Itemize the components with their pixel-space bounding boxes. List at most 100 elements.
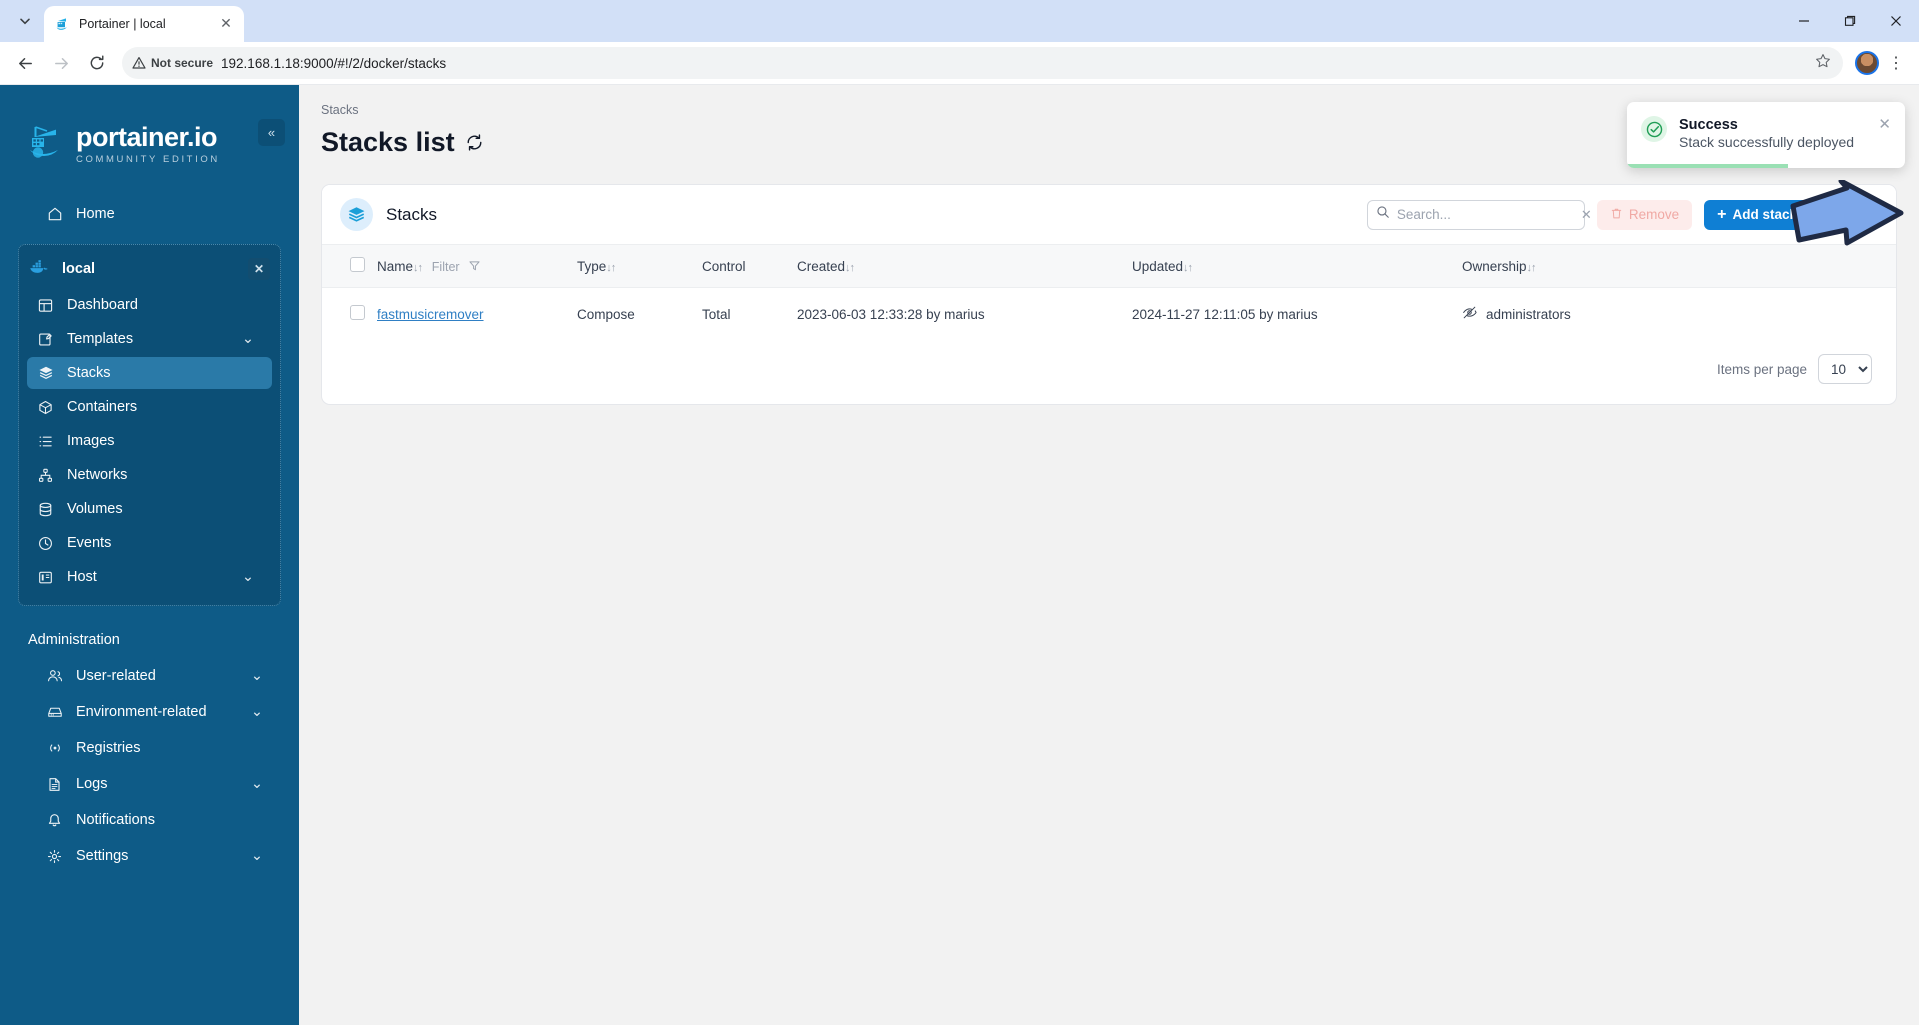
networks-icon (37, 467, 54, 484)
column-header-ownership[interactable]: Ownership↓↑ (1462, 245, 1896, 288)
sort-icon[interactable]: ↓↑ (1183, 262, 1193, 274)
sidebar-item-containers[interactable]: Containers (27, 391, 272, 423)
portainer-logo[interactable]: portainer.io COMMUNITY EDITION (0, 105, 299, 168)
sidebar-item-label: Stacks (67, 365, 111, 381)
window-minimize-button[interactable] (1781, 0, 1827, 42)
sidebar-item-settings[interactable]: Settings ⌄ (18, 840, 281, 872)
security-indicator[interactable]: Not secure (132, 56, 213, 70)
sidebar-item-environment-related[interactable]: Environment-related ⌄ (18, 696, 281, 728)
plus-icon: + (1717, 205, 1727, 223)
sidebar-item-stacks[interactable]: Stacks (27, 357, 272, 389)
sidebar-item-volumes[interactable]: Volumes (27, 493, 272, 525)
sidebar-item-home[interactable]: Home (18, 198, 281, 230)
column-header-type[interactable]: Type↓↑ (577, 245, 702, 288)
chevron-down-icon: ⌄ (250, 776, 263, 792)
address-bar[interactable]: Not secure 192.168.1.18:9000/#!/2/docker… (122, 47, 1843, 79)
tab-search-button[interactable] (10, 6, 40, 36)
select-all-checkbox[interactable] (350, 257, 365, 272)
toast-close-icon[interactable]: ✕ (1878, 115, 1891, 133)
sidebar-item-label: Dashboard (67, 297, 138, 313)
filter-icon[interactable] (469, 260, 480, 274)
sort-icon[interactable]: ↓↑ (1527, 262, 1537, 274)
sidebar-item-dashboard[interactable]: Dashboard (27, 289, 272, 321)
sort-icon[interactable]: ↓↑ (606, 262, 616, 274)
cell-type: Compose (577, 306, 635, 322)
bookmark-star-icon[interactable] (1815, 53, 1831, 74)
table-body: fastmusicremover Compose Total 2023-06-0… (322, 288, 1896, 341)
filter-label[interactable]: Filter (432, 260, 460, 274)
logo-subtitle: COMMUNITY EDITION (76, 154, 220, 165)
column-header-name[interactable]: Name↓↑ Filter (377, 245, 577, 288)
chevron-down-icon: ⌄ (250, 848, 263, 864)
sidebar-item-events[interactable]: Events (27, 527, 272, 559)
ownership-label: administrators (1486, 306, 1571, 322)
window-close-button[interactable] (1873, 0, 1919, 42)
sidebar-item-label: User-related (76, 668, 156, 684)
reload-button[interactable] (80, 46, 114, 80)
sidebar-item-logs[interactable]: Logs ⌄ (18, 768, 281, 800)
sidebar-item-notifications[interactable]: Notifications (18, 804, 281, 836)
sidebar-item-templates[interactable]: Templates ⌄ (27, 323, 272, 355)
search-input[interactable] (1396, 207, 1574, 222)
table-header: Name↓↑ Filter Type↓↑ Control Created↓↑ U… (322, 244, 1896, 288)
sidebar-item-host[interactable]: Host ⌄ (27, 561, 272, 593)
sidebar-item-user-related[interactable]: User-related ⌄ (18, 660, 281, 692)
browser-tab[interactable]: Portainer | local ✕ (44, 6, 244, 42)
environment-header[interactable]: local ✕ (19, 251, 280, 287)
sidebar-item-images[interactable]: Images (27, 425, 272, 457)
sort-icon[interactable]: ↓↑ (413, 262, 423, 274)
table-header-row: Name↓↑ Filter Type↓↑ Control Created↓↑ U… (322, 244, 1896, 288)
column-header-control[interactable]: Control (702, 245, 797, 288)
table-row[interactable]: fastmusicremover Compose Total 2023-06-0… (322, 288, 1896, 341)
template-icon (37, 331, 54, 348)
sidebar-item-label: Registries (76, 740, 141, 756)
page-title: Stacks list (321, 127, 455, 157)
sidebar-item-registries[interactable]: Registries (18, 732, 281, 764)
column-header-updated[interactable]: Updated↓↑ (1132, 245, 1462, 288)
sidebar-item-networks[interactable]: Networks (27, 459, 272, 491)
column-label: Created (797, 258, 846, 274)
sort-icon[interactable]: ↓↑ (845, 262, 855, 274)
stack-name-link[interactable]: fastmusicremover (377, 307, 484, 322)
back-button[interactable] (8, 46, 42, 80)
chevron-down-icon: ⌄ (241, 569, 254, 585)
environment-close-icon[interactable]: ✕ (248, 258, 270, 280)
tab-title: Portainer | local (79, 17, 166, 31)
cell-created: 2023-06-03 12:33:28 by marius (797, 306, 985, 322)
items-per-page-select[interactable]: 10 (1818, 354, 1872, 384)
remove-label: Remove (1628, 207, 1680, 222)
refresh-icon[interactable] (465, 133, 484, 152)
stacks-icon (340, 198, 373, 231)
search-box[interactable]: ✕ (1366, 199, 1592, 230)
cell-name: fastmusicremover (377, 288, 577, 341)
sidebar-item-label: Networks (67, 467, 128, 483)
remove-button[interactable]: Remove (1596, 199, 1693, 230)
window-maximize-button[interactable] (1827, 0, 1873, 42)
sidebar-item-label: Templates (67, 331, 134, 347)
host-icon (37, 569, 54, 586)
columns-icon[interactable] (1822, 206, 1844, 223)
cell-control: Total (702, 306, 731, 322)
row-checkbox[interactable] (350, 305, 365, 320)
items-per-page-label: Items per page (1716, 361, 1807, 377)
column-header-created[interactable]: Created↓↑ (797, 245, 1132, 288)
row-checkbox-cell (322, 288, 377, 341)
search-icon (1376, 205, 1390, 224)
column-label: Name (377, 258, 414, 274)
forward-button[interactable] (44, 46, 78, 80)
tab-close-icon[interactable]: ✕ (218, 16, 234, 32)
more-vertical-icon[interactable] (1856, 207, 1878, 222)
trash-icon (1610, 207, 1623, 223)
search-clear-icon[interactable]: ✕ (1581, 207, 1592, 223)
images-icon (37, 433, 54, 450)
add-stack-button[interactable]: + Add stack (1704, 199, 1810, 230)
docker-whale-icon (29, 259, 49, 279)
profile-avatar[interactable] (1855, 51, 1879, 75)
sidebar-item-label: Host (67, 569, 97, 585)
main-content: Stacks Stacks list Stacks Search... ✕ Re… (299, 85, 1919, 1025)
sidebar-collapse-button[interactable]: « (258, 119, 285, 146)
volumes-icon (37, 501, 54, 518)
sidebar-item-label: Notifications (76, 812, 155, 828)
browser-menu-icon[interactable]: ⋮ (1881, 53, 1911, 73)
administration-section-title: Administration (28, 632, 120, 648)
